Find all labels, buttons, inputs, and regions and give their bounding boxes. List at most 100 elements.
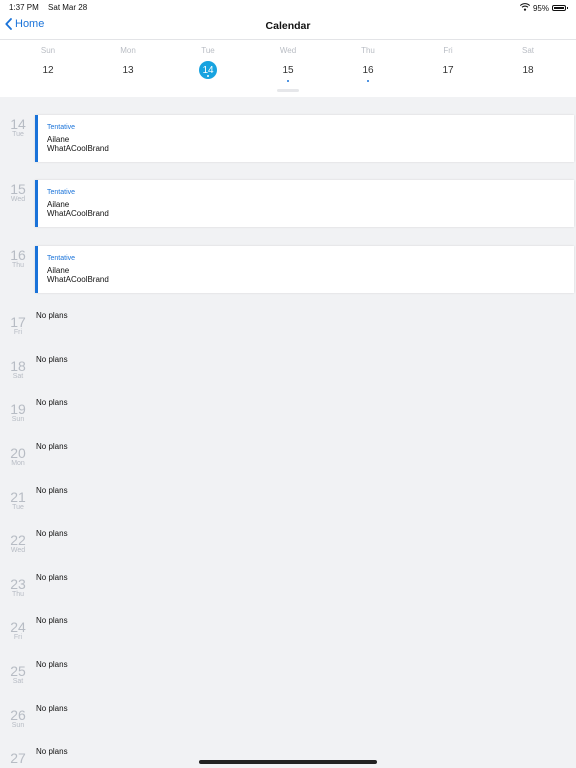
event-card[interactable]: Tentative Ailane WhatACoolBrand	[35, 180, 574, 228]
event-dot-icon	[287, 80, 289, 82]
week-day-number: 13	[122, 64, 134, 76]
no-plans-label: No plans	[36, 529, 68, 539]
date-weekday: Wed	[10, 547, 26, 555]
no-plans-label: No plans	[36, 660, 68, 669]
drag-handle[interactable]	[277, 89, 299, 92]
date-weekday: Thu	[11, 261, 25, 269]
date-number: 15	[10, 181, 26, 198]
date-number: 20	[10, 445, 26, 461]
date-weekday: Fri	[13, 634, 23, 642]
nav-bar: Home Calendar	[0, 14, 576, 40]
date-weekday: Sun	[11, 416, 25, 424]
event-status: Tentative	[47, 254, 76, 262]
date-weekday: Wed	[10, 196, 26, 204]
event-status: Tentative	[47, 124, 76, 131]
date-number: 26	[10, 706, 26, 723]
date-label: 24 Fri	[0, 620, 36, 642]
week-day-tue[interactable]: Tue 14	[168, 40, 248, 79]
event-name: Ailane	[47, 265, 70, 275]
date-number: 27	[10, 750, 26, 767]
date-number: 24	[10, 619, 26, 636]
date-weekday: Fri	[13, 329, 23, 337]
page-title: Calendar	[265, 20, 311, 32]
date-number: 18	[10, 357, 26, 374]
week-day-circle: 12	[39, 61, 57, 79]
no-plans-label: No plans	[36, 442, 68, 451]
status-time: 1:37 PM	[9, 3, 39, 12]
date-number: 16	[10, 246, 26, 263]
status-bar: 1:37 PM Sat Mar 28 95%	[0, 0, 576, 14]
home-indicator[interactable]	[199, 760, 377, 764]
week-day-sat[interactable]: Sat 18	[488, 40, 568, 79]
week-day-number: 17	[442, 64, 454, 76]
event-card[interactable]: Tentative Ailane WhatACoolBrand	[35, 115, 574, 162]
event-brand: WhatACoolBrand	[47, 274, 109, 284]
week-day-circle: 15	[279, 61, 297, 82]
week-day-name: Tue	[201, 46, 215, 55]
week-day-number: 16	[362, 64, 374, 76]
no-plans-label: No plans	[36, 354, 68, 364]
week-day-sun[interactable]: Sun 12	[8, 40, 88, 79]
date-weekday: Tue	[12, 131, 24, 138]
status-left: 1:37 PM Sat Mar 28	[9, 3, 87, 12]
status-date: Sat Mar 28	[48, 3, 88, 12]
week-day-thu[interactable]: Thu 16	[328, 40, 408, 82]
battery-percent: 95%	[532, 3, 549, 13]
agenda-list[interactable]: 14 Tue Tentative Ailane WhatACoolBrand 15 Wed T…	[0, 97, 576, 768]
week-day-wed[interactable]: Wed 15	[248, 40, 328, 82]
week-day-mon[interactable]: Mon 13	[88, 40, 168, 79]
date-label: 18 Sat	[0, 359, 36, 381]
date-label: 17 Fri	[0, 315, 36, 337]
week-day-name: Fri	[443, 46, 453, 55]
week-day-circle: 16	[359, 61, 377, 82]
week-day-circle: 18	[519, 61, 537, 79]
no-plans-label: No plans	[36, 485, 68, 495]
date-weekday: Sat	[12, 372, 24, 380]
date-label: 23 Thu	[0, 577, 36, 599]
date-number: 17	[10, 314, 26, 331]
no-plans-label: No plans	[36, 747, 68, 757]
date-number: 22	[10, 532, 26, 549]
date-weekday: Tue	[12, 503, 24, 511]
date-label: 20 Mon	[0, 446, 36, 468]
event-dot-icon	[367, 80, 369, 82]
week-day-name: Sat	[521, 46, 534, 55]
week-day-circle: 17	[439, 61, 457, 79]
date-label: 25 Sat	[0, 664, 36, 686]
wifi-icon	[519, 3, 531, 13]
week-day-name: Thu	[361, 46, 375, 55]
event-status: Tentative	[47, 189, 76, 197]
date-weekday: Sun	[11, 721, 25, 729]
no-plans-label: No plans	[36, 616, 68, 626]
date-label: 21 Tue	[0, 490, 36, 512]
week-day-number: 12	[42, 64, 54, 76]
week-day-circle: 14	[199, 61, 217, 79]
week-strip: Sun 12 Mon 13 Tue 14 Wed 15 Thu 16 Fri 17 Sat 18	[0, 40, 576, 97]
date-weekday: Sat	[12, 678, 24, 685]
event-name: Ailane	[47, 135, 70, 144]
no-plans-label: No plans	[36, 398, 68, 408]
date-label: 19 Sun	[0, 402, 36, 424]
no-plans-label: No plans	[36, 572, 68, 582]
week-day-number: 15	[282, 64, 294, 76]
date-number: 23	[10, 575, 26, 592]
no-plans-label: No plans	[36, 311, 68, 321]
date-label: 27	[0, 751, 36, 765]
week-day-fri[interactable]: Fri 17	[408, 40, 488, 79]
date-number: 19	[10, 401, 26, 418]
event-brand: WhatACoolBrand	[47, 209, 109, 219]
event-card[interactable]: Tentative Ailane WhatACoolBrand	[35, 245, 574, 293]
week-day-circle: 13	[119, 61, 137, 79]
date-label: 15 Wed	[0, 182, 36, 204]
week-day-name: Mon	[120, 46, 136, 55]
date-label: 22 Wed	[0, 533, 36, 555]
no-plans-label: No plans	[36, 703, 68, 713]
date-label: 26 Sun	[0, 708, 36, 730]
week-day-number: 18	[522, 64, 534, 76]
date-number: 14	[10, 116, 26, 132]
event-brand: WhatACoolBrand	[47, 144, 109, 153]
date-weekday: Mon	[11, 460, 25, 467]
date-label: 16 Thu	[0, 248, 36, 270]
status-right: 95%	[519, 3, 568, 13]
date-number: 21	[10, 488, 26, 505]
